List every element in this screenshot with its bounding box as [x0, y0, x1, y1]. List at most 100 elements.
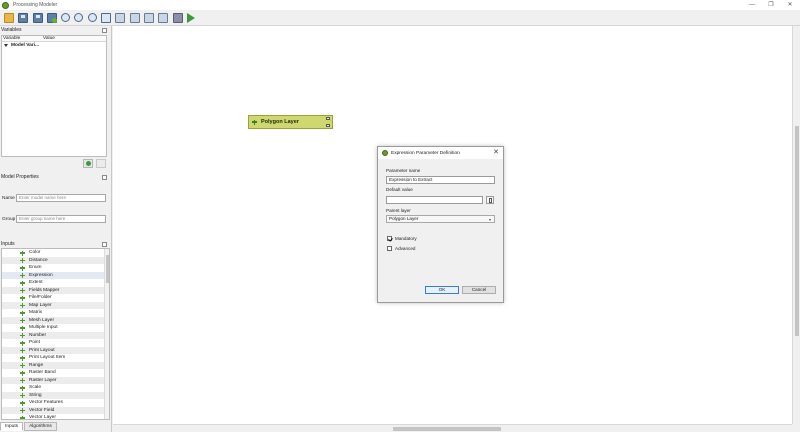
list-item[interactable]: Distance: [2, 256, 109, 264]
canvas-horizontal-scrollbar[interactable]: [113, 424, 792, 432]
inputs-panel-close-icon[interactable]: [102, 242, 107, 247]
model-properties-close-icon[interactable]: [102, 175, 107, 180]
variables-panel-close-icon[interactable]: [102, 28, 107, 33]
parent-layer-label: Parent layer: [386, 208, 411, 213]
tab-inputs[interactable]: Inputs: [0, 422, 24, 431]
list-item[interactable]: Matrix: [2, 309, 109, 317]
zoom-in-icon[interactable]: [61, 13, 71, 22]
node-edit-icon[interactable]: [326, 117, 330, 120]
parent-layer-select[interactable]: Polygon Layer: [386, 215, 495, 223]
input-plus-icon: [20, 370, 25, 376]
export-svg-icon[interactable]: [143, 12, 154, 23]
canvas-vertical-scrollbar[interactable]: [792, 26, 800, 424]
list-item-label: Print Layout Item: [29, 355, 66, 361]
list-item[interactable]: Point: [2, 339, 109, 347]
list-item[interactable]: Print Layout: [2, 346, 109, 354]
expression-builder-button[interactable]: [486, 196, 494, 204]
parameter-name-label: Parameter name: [386, 168, 421, 173]
mandatory-checkbox[interactable]: [387, 236, 392, 241]
node-delete-icon[interactable]: [326, 124, 330, 127]
ok-button[interactable]: OK: [425, 286, 459, 294]
minimize-button[interactable]: —: [747, 1, 757, 9]
save-model-as-icon[interactable]: [32, 12, 43, 23]
sidebar-tabs: Inputs Algorithms: [0, 422, 112, 432]
save-to-project-icon[interactable]: [46, 12, 57, 23]
list-item[interactable]: Fields Mapper: [2, 286, 109, 294]
input-plus-icon: [20, 415, 25, 419]
variables-group-row[interactable]: Model Vari...: [2, 42, 106, 49]
input-plus-icon: [252, 119, 257, 125]
close-window-button[interactable]: ✕: [785, 1, 795, 9]
input-plus-icon: [20, 340, 25, 346]
inputs-list[interactable]: Color Distance Enum Expression Extent Fields …: [1, 248, 110, 420]
tab-algorithms[interactable]: Algorithms: [24, 422, 57, 431]
list-item-label: Enum: [29, 265, 42, 271]
variables-col-value: Value: [43, 36, 55, 41]
list-item-label: String: [29, 392, 42, 398]
default-value-input[interactable]: [386, 196, 483, 204]
list-item-label: Mesh Layer: [29, 317, 55, 323]
restore-button[interactable]: ❐: [766, 1, 776, 9]
add-variable-button[interactable]: [83, 159, 93, 168]
list-item[interactable]: Raster Layer: [2, 376, 109, 384]
window-titlebar: Processing Modeler — ❐ ✕: [0, 0, 800, 10]
inputs-scrollbar[interactable]: [104, 249, 109, 419]
run-model-icon[interactable]: [186, 12, 195, 23]
list-item[interactable]: Map Layer: [2, 301, 109, 309]
list-item[interactable]: Scale: [2, 384, 109, 392]
input-plus-icon: [20, 363, 25, 368]
chevron-down-icon: [489, 218, 491, 221]
parent-layer-value: Polygon Layer: [389, 216, 419, 221]
inputs-panel-title: Inputs: [1, 241, 15, 247]
export-pdf-icon[interactable]: [129, 12, 140, 23]
list-item[interactable]: Number: [2, 331, 109, 339]
list-item[interactable]: Mesh Layer: [2, 316, 109, 324]
list-item-label: Matrix: [29, 310, 43, 316]
dialog-close-button[interactable]: ✕: [493, 148, 499, 156]
canvas-h-scroll-thumb[interactable]: [393, 427, 501, 431]
inputs-scroll-thumb[interactable]: [105, 255, 109, 283]
export-python-icon[interactable]: [158, 12, 169, 23]
list-item[interactable]: String: [2, 391, 109, 399]
list-item[interactable]: Range: [2, 361, 109, 369]
list-item[interactable]: Vector Field: [2, 406, 109, 414]
remove-variable-button[interactable]: [96, 159, 106, 168]
input-plus-icon: [20, 318, 25, 323]
list-item[interactable]: Vector Features: [2, 399, 109, 407]
zoom-full-icon[interactable]: [101, 12, 112, 23]
canvas-v-scroll-thumb[interactable]: [795, 126, 799, 336]
zoom-actual-icon[interactable]: [87, 13, 97, 22]
list-item[interactable]: Multiple Input: [2, 324, 109, 332]
variables-tree[interactable]: Variable Value Model Vari...: [1, 35, 107, 157]
save-model-icon[interactable]: [18, 12, 29, 23]
parameter-name-input[interactable]: Expression to Extract: [386, 176, 495, 184]
help-icon[interactable]: [172, 12, 183, 23]
list-item[interactable]: Print Layout Item: [2, 354, 109, 362]
list-item[interactable]: Expression: [2, 271, 109, 279]
open-model-icon[interactable]: [4, 12, 14, 23]
input-plus-icon: [20, 288, 25, 293]
default-value-label: Default value: [386, 187, 413, 192]
dialog-title: Expression Parameter Definition: [391, 150, 460, 156]
input-plus-icon: [20, 325, 25, 331]
export-image-icon[interactable]: [115, 12, 126, 23]
input-plus-icon: [20, 385, 25, 391]
list-item-label: Raster Layer: [29, 377, 57, 383]
list-item[interactable]: Enum: [2, 264, 109, 272]
list-item[interactable]: Vector Layer: [2, 414, 109, 419]
cancel-button[interactable]: Cancel: [462, 286, 496, 294]
model-name-input[interactable]: Enter model name here: [16, 194, 106, 202]
list-item-label: Color: [29, 250, 41, 256]
list-item-label: Number: [29, 332, 47, 338]
list-item[interactable]: Color: [2, 249, 109, 257]
list-item[interactable]: File/Folder: [2, 294, 109, 302]
list-item[interactable]: Extent: [2, 279, 109, 287]
qgis-logo-icon: [382, 150, 388, 156]
list-item[interactable]: Raster Band: [2, 369, 109, 377]
advanced-checkbox[interactable]: [387, 246, 392, 251]
model-group-input[interactable]: Enter group name here: [16, 215, 106, 223]
input-plus-icon: [20, 280, 25, 286]
polygon-layer-node[interactable]: Polygon Layer: [248, 115, 333, 129]
zoom-out-icon[interactable]: [74, 13, 84, 22]
expand-arrow-icon[interactable]: [4, 44, 8, 47]
